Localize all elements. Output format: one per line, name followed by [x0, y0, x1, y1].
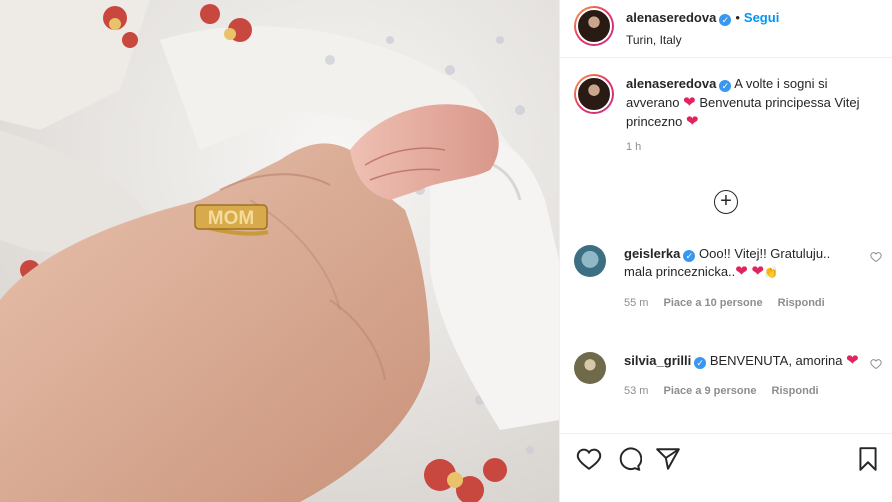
caption-time[interactable]: 1 h: [626, 141, 860, 153]
comment-bubble-icon[interactable]: [616, 446, 642, 472]
comment-time[interactable]: 53 m: [624, 385, 648, 397]
comment-likes[interactable]: Piace a 10 persone: [664, 297, 763, 309]
comment-meta: 53 m Piace a 9 persone Rispondi: [624, 382, 860, 400]
comment-meta: 55 m Piace a 10 persone Rispondi: [624, 294, 860, 312]
reply-button[interactable]: Rispondi: [778, 297, 825, 309]
comment-body: geislerka ✓ Ooo!! Vitej!! Gratuluju.. mal…: [624, 245, 860, 312]
post-photo[interactable]: MOM: [0, 0, 559, 502]
bookmark-icon[interactable]: [855, 446, 881, 472]
plus-circle-icon[interactable]: +: [714, 190, 738, 214]
instagram-post: MOM alenaseredova ✓ • Segui Turin, Italy al…: [0, 0, 892, 502]
ring-text: MOM: [208, 208, 254, 229]
author-avatar[interactable]: [574, 6, 614, 46]
comment-text: BENVENUTA, amorina: [709, 353, 843, 368]
heart-outline-icon[interactable]: [576, 446, 602, 472]
post-side-panel: alenaseredova ✓ • Segui Turin, Italy alenas…: [559, 0, 892, 502]
heart-emoji-icon: ❤: [751, 263, 765, 280]
verified-badge-icon: ✓: [683, 250, 696, 262]
comment-username[interactable]: silvia_grilli: [624, 353, 691, 368]
heart-outline-icon[interactable]: [870, 251, 882, 263]
post-location[interactable]: Turin, Italy: [626, 33, 779, 47]
author-username[interactable]: alenaseredova: [626, 10, 716, 25]
heart-emoji-icon: ❤: [683, 94, 696, 111]
comment-likes[interactable]: Piace a 9 persone: [664, 385, 757, 397]
clapping-hands-icon: 👏: [764, 267, 778, 279]
post-header: alenaseredova ✓ • Segui Turin, Italy: [560, 0, 892, 58]
caption-author-avatar[interactable]: [574, 74, 614, 114]
comment-time[interactable]: 55 m: [624, 297, 648, 309]
heart-emoji-icon: ❤: [686, 113, 699, 130]
heart-outline-icon[interactable]: [870, 358, 882, 370]
reply-button[interactable]: Rispondi: [772, 385, 819, 397]
verified-badge-icon: ✓: [719, 80, 732, 92]
photo-illustration: MOM: [0, 0, 559, 502]
post-caption: alenaseredova ✓ A volte i sogni si avvera…: [560, 58, 892, 153]
comment-body: silvia_grilli ✓ BENVENUTA, amorina ❤ 53 m…: [624, 352, 860, 400]
separator-dot: •: [735, 10, 740, 25]
verified-badge-icon: ✓: [719, 14, 732, 26]
comment-item: geislerka ✓ Ooo!! Vitej!! Gratuluju.. mal…: [574, 245, 882, 312]
commenter-avatar[interactable]: [574, 352, 606, 384]
heart-emoji-icon: ❤: [735, 263, 748, 280]
verified-badge-icon: ✓: [694, 357, 707, 369]
commenter-avatar[interactable]: [574, 245, 606, 277]
heart-emoji-icon: ❤: [846, 352, 859, 369]
caption-username[interactable]: alenaseredova: [626, 76, 716, 91]
paper-plane-icon[interactable]: [655, 446, 681, 472]
follow-button[interactable]: Segui: [744, 10, 779, 25]
comment-username[interactable]: geislerka: [624, 246, 680, 261]
comment-item: silvia_grilli ✓ BENVENUTA, amorina ❤ 53 m…: [574, 352, 882, 400]
action-bar: [560, 433, 892, 502]
caption-text: alenaseredova ✓ A volte i sogni si avvera…: [626, 74, 860, 131]
